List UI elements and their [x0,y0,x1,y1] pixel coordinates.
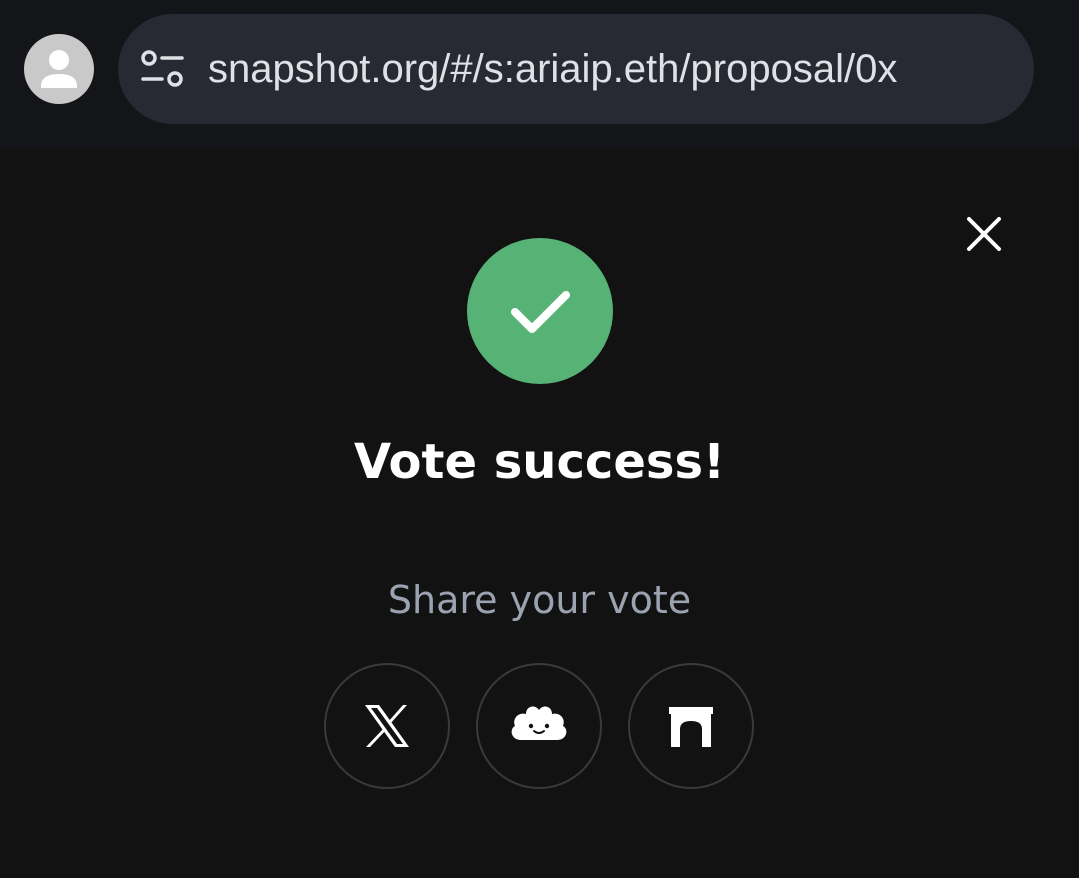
share-x-button[interactable] [324,663,450,789]
x-twitter-icon [365,705,409,747]
success-badge [467,238,613,384]
close-icon[interactable] [960,210,1008,258]
lens-icon [511,706,567,740]
farcaster-icon [669,707,713,747]
address-bar[interactable]: snapshot.org/#/s:ariaip.eth/proposal/0x [118,14,1034,124]
url-text[interactable]: snapshot.org/#/s:ariaip.eth/proposal/0x [208,14,1014,124]
share-lens-button[interactable] [476,663,602,789]
browser-toolbar: snapshot.org/#/s:ariaip.eth/proposal/0x [0,0,1079,148]
account-avatar-icon[interactable] [24,34,94,104]
share-farcaster-button[interactable] [628,663,754,789]
tune-icon[interactable] [140,49,186,89]
modal-title: Vote success! [354,434,725,490]
share-label: Share your vote [387,578,692,622]
check-icon [511,291,570,333]
